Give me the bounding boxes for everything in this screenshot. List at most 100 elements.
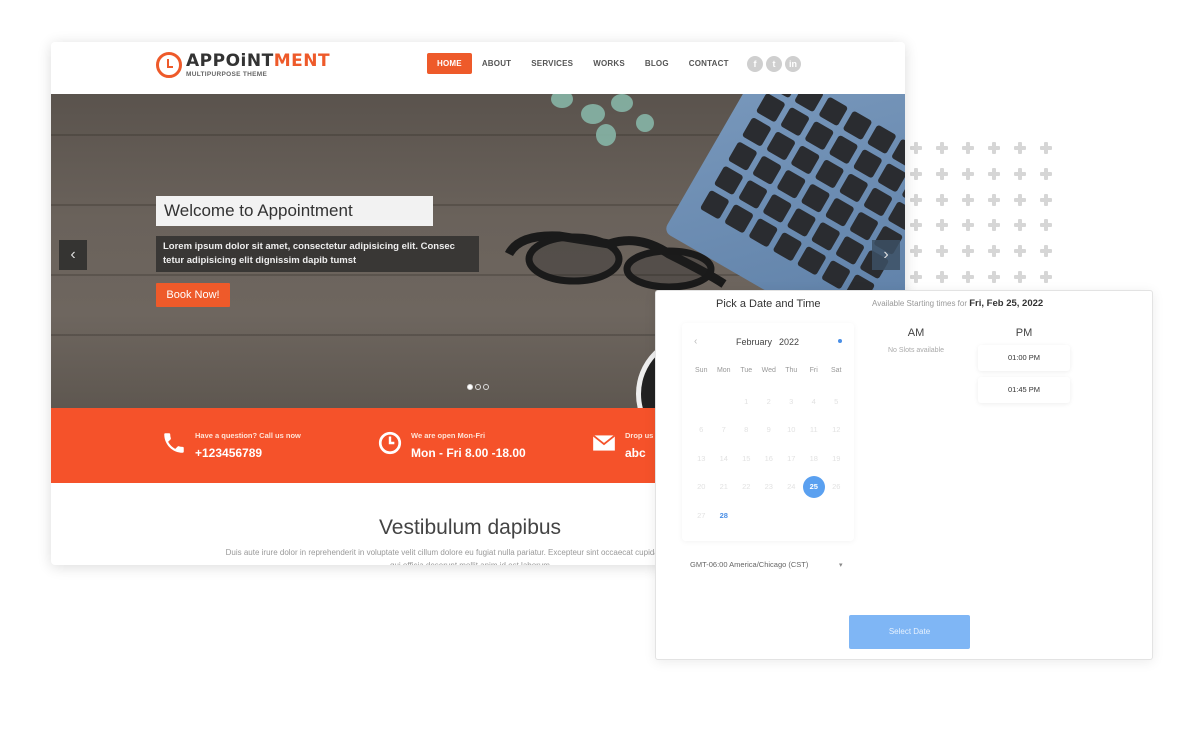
calendar-week-row: 27 28 — [690, 501, 850, 530]
logo[interactable]: APPOiNTMENT MULTIPURPOSE THEME — [156, 52, 330, 78]
plus-decoration — [1040, 167, 1052, 180]
chevron-down-icon[interactable]: ▾ — [839, 561, 843, 569]
laptop-key — [793, 94, 825, 113]
calendar-day-number: 24 — [787, 482, 796, 492]
select-date-button[interactable]: Select Date — [849, 615, 970, 649]
slider-dot[interactable] — [475, 384, 481, 390]
calendar-week-row: 1 2 3 4 5 — [690, 387, 850, 416]
plus-decoration — [910, 167, 922, 180]
stage: APPOiNTMENT MULTIPURPOSE THEME HOME ABOU… — [0, 0, 1200, 729]
available-times-date: Fri, Feb 25, 2022 — [969, 298, 1044, 309]
facebook-icon[interactable]: f — [747, 56, 763, 72]
calendar-day-number: 14 — [719, 453, 728, 463]
calendar-day: 14 — [713, 454, 736, 463]
laptop-key — [790, 144, 821, 175]
slider-prev-button[interactable]: ‹ — [59, 240, 87, 270]
plus-decoration — [910, 245, 922, 258]
plus-decoration — [1014, 167, 1026, 180]
calendar-header: ‹ February 2022 — [682, 336, 854, 350]
plus-decoration — [988, 219, 1000, 232]
plus-decoration — [988, 167, 1000, 180]
calendar-day: 2 — [758, 397, 781, 406]
calendar-day-number: 8 — [744, 425, 749, 435]
plus-decoration — [1014, 142, 1026, 154]
calendar-day-number: 9 — [766, 425, 771, 435]
laptop-key — [866, 124, 897, 155]
time-slot[interactable]: 01:00 PM — [978, 345, 1070, 371]
laptop-key — [765, 130, 797, 161]
laptop-key — [727, 141, 758, 172]
plus-decoration — [962, 167, 974, 180]
calendar-day: 8 — [735, 425, 758, 434]
laptop-key — [779, 106, 811, 137]
calendar-day: 24 — [780, 482, 803, 491]
plus-decoration — [1040, 142, 1052, 154]
calendar-day: 22 — [735, 482, 758, 491]
slider-next-button[interactable]: › — [872, 240, 900, 270]
laptop-key — [713, 165, 744, 196]
calendar: ‹ February 2022 Sun Mon Tue Wed Thu Fri … — [682, 323, 854, 541]
time-slot[interactable]: 01:45 PM — [978, 377, 1070, 403]
calendar-day-number: 21 — [719, 482, 728, 492]
nav-about[interactable]: ABOUT — [472, 53, 521, 74]
calendar-day-number: 4 — [811, 396, 816, 406]
calendar-weeks: 1 2 3 4 5 6 7 8 9 10 11 12 13 14 15 16 17 18 19 20 21 22 23 24 2… — [690, 387, 850, 530]
plus-decoration — [936, 167, 948, 180]
calendar-day[interactable]: 25 — [802, 475, 826, 498]
calendar-day: 20 — [690, 482, 713, 491]
mail-icon — [592, 434, 616, 451]
hero-title: Welcome to Appointment — [156, 196, 433, 226]
nav-blog[interactable]: BLOG — [635, 53, 679, 74]
plus-decoration — [962, 271, 974, 283]
laptop-key — [772, 231, 803, 262]
nav-contact[interactable]: CONTACT — [679, 53, 739, 74]
nav-services[interactable]: SERVICES — [521, 53, 583, 74]
weekday-row: Sun Mon Tue Wed Thu Fri Sat — [690, 363, 850, 377]
laptop-key — [842, 110, 873, 141]
am-column: AM No Slots available — [876, 327, 956, 354]
clock-logo-icon — [156, 52, 182, 78]
calendar-grid: Sun Mon Tue Wed Thu Fri Sat 1 2 3 4 5 6 7 8 9 10 1… — [690, 363, 850, 530]
logo-wordmark: APPOiNTMENT — [186, 52, 330, 70]
plus-decoration — [910, 271, 922, 283]
nav-works[interactable]: WORKS — [583, 53, 635, 74]
laptop-key — [862, 186, 894, 217]
calendar-day-number: 23 — [764, 482, 773, 492]
main-nav: HOME ABOUT SERVICES WORKS BLOG CONTACT — [427, 53, 739, 74]
laptop-key — [852, 148, 883, 179]
laptop-key — [796, 245, 827, 276]
plus-decoration — [1014, 271, 1026, 283]
calendar-day-number: 2 — [766, 396, 771, 406]
calendar-next-button[interactable] — [838, 339, 842, 343]
calendar-day: 4 — [803, 397, 826, 406]
laptop-key — [776, 169, 807, 200]
calendar-prev-button[interactable]: ‹ — [694, 336, 697, 347]
plus-decoration — [988, 245, 1000, 258]
timezone-select[interactable]: GMT-06:00 America/Chicago (CST) — [690, 560, 808, 569]
calendar-day[interactable]: 28 — [713, 511, 736, 520]
calendar-day-number: 13 — [697, 453, 706, 463]
info-call-label: Have a question? Call us now — [195, 431, 301, 440]
calendar-day-number: 1 — [744, 396, 749, 406]
book-now-button[interactable]: Book Now! — [156, 283, 230, 307]
slider-dot[interactable] — [467, 384, 473, 390]
plus-decoration — [1040, 219, 1052, 232]
laptop-key — [818, 96, 849, 127]
available-times-heading: Available Starting times for Fri, Feb 25… — [872, 298, 1043, 309]
laptop-key — [800, 183, 831, 214]
calendar-year: 2022 — [779, 337, 800, 347]
plus-decoration — [1040, 245, 1052, 258]
calendar-day: 1 — [735, 397, 758, 406]
laptop-key — [828, 134, 859, 165]
laptop-key — [748, 217, 779, 248]
laptop-key — [755, 94, 786, 123]
nav-home[interactable]: HOME — [427, 53, 472, 74]
plus-decoration — [1040, 271, 1052, 283]
twitter-icon[interactable]: t — [766, 56, 782, 72]
weekday-label: Wed — [761, 366, 776, 374]
linkedin-icon[interactable]: in — [785, 56, 801, 72]
decorative-plus-grid — [908, 140, 1068, 290]
slider-dot[interactable] — [483, 384, 489, 390]
plus-decoration — [936, 245, 948, 258]
calendar-day-number: 11 — [809, 425, 818, 435]
